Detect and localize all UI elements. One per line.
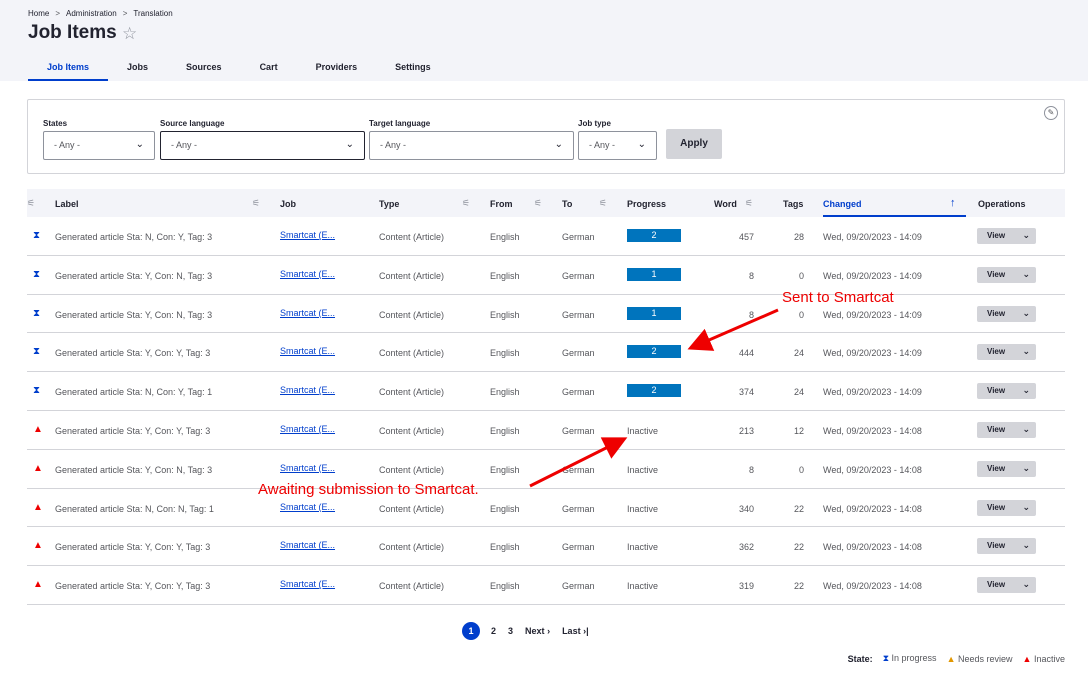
annotation-arrows — [529, 308, 779, 488]
arrow-sent — [687, 308, 779, 351]
arrow-awaiting — [529, 437, 628, 488]
